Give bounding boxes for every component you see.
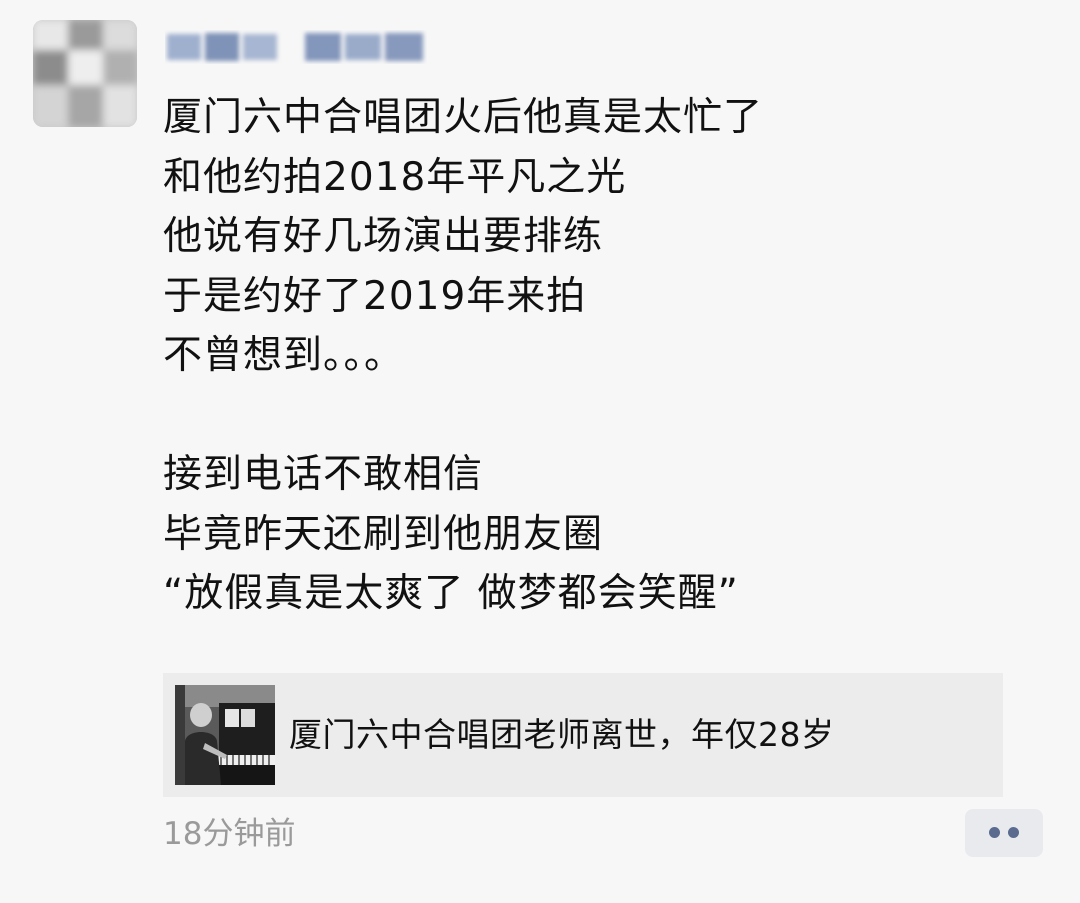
link-thumbnail (175, 685, 275, 785)
post-line: 厦门六中合唱团火后他真是太忙了 (163, 95, 764, 140)
more-actions-button[interactable] (965, 809, 1043, 857)
post-line: 他说有好几场演出要排练 (163, 214, 604, 259)
post-body: 厦门六中合唱团火后他真是太忙了 和他约拍2018年平凡之光 他说有好几场演出要排… (163, 88, 1043, 757)
post-timestamp: 18分钟前 (163, 816, 296, 852)
link-title: 厦门六中合唱团老师离世，年仅28岁 (289, 715, 835, 754)
post-line: 于是约好了2019年来拍 (163, 273, 587, 319)
shared-link-card[interactable]: 厦门六中合唱团老师离世，年仅28岁 (163, 673, 1003, 797)
more-dots-icon (1008, 827, 1019, 838)
more-dots-icon (989, 827, 1000, 838)
post-line: 不曾想到。。。 (163, 333, 405, 378)
author-avatar[interactable] (33, 20, 137, 127)
post-line: 和他约拍2018年平凡之光 (163, 154, 627, 200)
post-line: 毕竟昨天还刷到他朋友圈 (163, 511, 604, 557)
post-line: 接到电话不敢相信 (163, 452, 484, 497)
author-name[interactable] (165, 28, 427, 66)
post-line: “放假真是太爽了 做梦都会笑醒” (163, 571, 739, 616)
